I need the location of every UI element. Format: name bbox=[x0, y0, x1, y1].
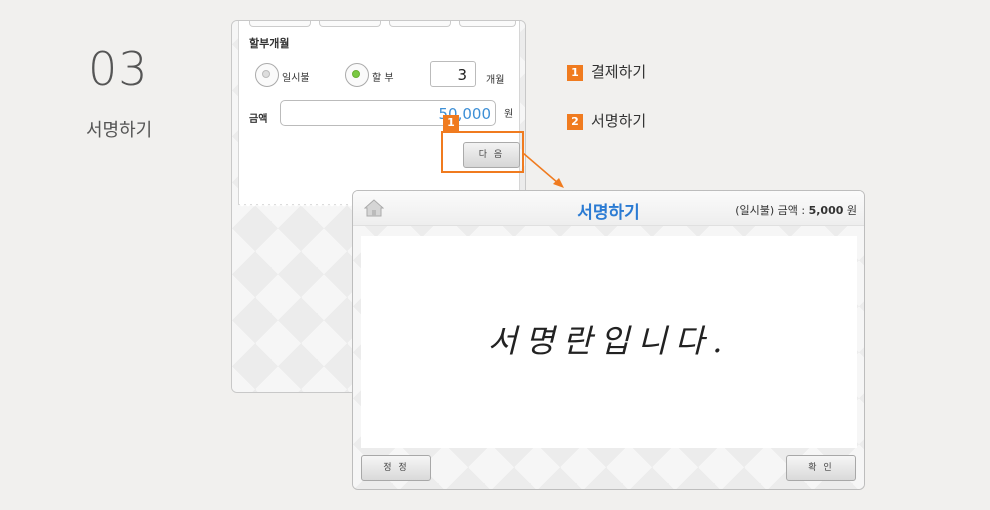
tab-stub bbox=[319, 21, 381, 27]
lump-sum-label: 일시불 bbox=[282, 73, 310, 84]
installment-option-label: 할 부 bbox=[372, 73, 394, 84]
legend-label-2: 서명하기 bbox=[591, 112, 647, 130]
payment-summary: (일시불) 금액 : 5,000 원 bbox=[735, 202, 857, 218]
lump-sum-radio[interactable] bbox=[255, 63, 279, 87]
tab-stub bbox=[249, 21, 311, 27]
clear-button[interactable]: 정 정 bbox=[361, 455, 431, 481]
payment-summary-unit: 원 bbox=[843, 204, 857, 217]
signature-screen: 서명하기 (일시불) 금액 : 5,000 원 서명란입니다. 정 정 확 인 bbox=[352, 190, 865, 490]
top-tabs bbox=[239, 21, 519, 28]
arrow-icon bbox=[522, 152, 564, 188]
months-unit: 개월 bbox=[486, 75, 505, 86]
legend-badge-1: 1 bbox=[567, 65, 583, 81]
signature-pad[interactable]: 서명란입니다. bbox=[361, 236, 857, 448]
step-number: 03 bbox=[88, 42, 149, 96]
callout-badge-1: 1 bbox=[443, 115, 459, 131]
tab-stub bbox=[459, 21, 516, 27]
signature-header: 서명하기 (일시불) 금액 : 5,000 원 bbox=[353, 191, 864, 226]
radio-dot-selected bbox=[352, 70, 360, 78]
months-input[interactable]: 3 bbox=[430, 61, 476, 87]
payment-form-card: 할부개월 일시불 할 부 3 개월 금액 50,000 원 다 음 bbox=[238, 21, 520, 208]
amount-input[interactable]: 50,000 bbox=[280, 100, 496, 126]
next-button-highlight bbox=[441, 131, 524, 173]
amount-label: 금액 bbox=[249, 114, 268, 125]
payment-summary-prefix: (일시불) 금액 : bbox=[735, 204, 809, 217]
installment-label: 할부개월 bbox=[249, 37, 290, 50]
legend-badge-2: 2 bbox=[567, 114, 583, 130]
legend-label-1: 결제하기 bbox=[591, 63, 647, 81]
installment-radio[interactable] bbox=[345, 63, 369, 87]
legend-step-1: 1 결제하기 bbox=[567, 61, 646, 82]
radio-dot bbox=[262, 70, 270, 78]
step-title: 서명하기 bbox=[86, 120, 153, 141]
tab-stub bbox=[389, 21, 451, 27]
signature-placeholder: 서명란입니다. bbox=[487, 322, 731, 360]
amount-unit: 원 bbox=[504, 109, 514, 120]
legend-step-2: 2 서명하기 bbox=[567, 110, 646, 131]
confirm-button[interactable]: 확 인 bbox=[786, 455, 856, 481]
payment-summary-amount: 5,000 bbox=[808, 204, 844, 217]
